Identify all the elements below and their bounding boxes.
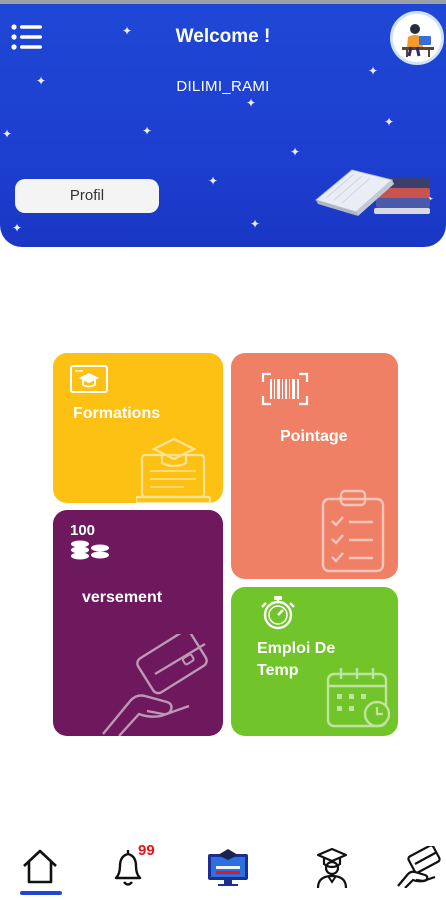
student-desk-icon bbox=[393, 14, 441, 62]
tile-label: Formations bbox=[73, 405, 161, 422]
nav-home[interactable] bbox=[12, 844, 72, 895]
star-decoration: ✦ bbox=[290, 145, 301, 159]
stopwatch-icon bbox=[261, 596, 295, 630]
barcode-scan-icon bbox=[261, 372, 309, 406]
nav-payments[interactable] bbox=[388, 844, 446, 894]
tile-emploi-de-temp[interactable]: Emploi De Temp bbox=[231, 587, 398, 736]
tile-versement[interactable]: 100 versement bbox=[53, 510, 223, 736]
monitor-graduation-icon bbox=[208, 849, 248, 886]
home-icon bbox=[23, 849, 57, 884]
graduate-user-icon bbox=[316, 847, 348, 889]
page-title: Welcome ! bbox=[175, 26, 271, 47]
tile-label: versement bbox=[82, 589, 163, 606]
star-decoration: ✦ bbox=[250, 217, 261, 231]
star-decoration: ✦ bbox=[2, 127, 13, 141]
coins-stack-icon bbox=[71, 540, 109, 560]
tile-label-line2: Temp bbox=[257, 662, 299, 679]
tile-label: Pointage bbox=[280, 428, 348, 445]
star-decoration: ✦ bbox=[368, 64, 379, 78]
username-label: DILIMI_RAMI bbox=[176, 78, 270, 95]
star-decoration: ✦ bbox=[12, 221, 23, 235]
clipboard-checklist-icon bbox=[321, 489, 385, 573]
star-decoration: ✦ bbox=[246, 96, 257, 110]
tile-label-line1: Emploi De bbox=[257, 640, 336, 657]
status-strip bbox=[0, 0, 446, 4]
hand-card-nav-icon bbox=[397, 846, 441, 888]
books-illustration bbox=[312, 160, 432, 220]
profile-button[interactable]: Profil bbox=[15, 179, 159, 213]
hand-card-icon bbox=[102, 634, 208, 736]
tile-formations[interactable]: Formations bbox=[53, 353, 223, 503]
header-banner: ✦ ✦ ✦ ✦ ✦ ✦ ✦ ✦ ✦ ✦ ✦ ✦ Welcome ! DILIMI… bbox=[0, 0, 446, 247]
active-tab-indicator bbox=[20, 891, 62, 895]
bottom-navigation: 99 bbox=[0, 840, 446, 900]
notification-badge: 99 bbox=[138, 842, 155, 859]
star-decoration: ✦ bbox=[208, 174, 219, 188]
calendar-clock-icon bbox=[326, 668, 391, 728]
coin-value-label: 100 bbox=[70, 522, 96, 539]
star-decoration: ✦ bbox=[142, 124, 153, 138]
graduation-laptop-icon bbox=[136, 437, 212, 503]
nav-student[interactable] bbox=[304, 844, 364, 894]
star-decoration: ✦ bbox=[384, 115, 395, 129]
avatar[interactable] bbox=[390, 11, 444, 65]
tile-pointage[interactable]: Pointage bbox=[231, 353, 398, 579]
certificate-icon bbox=[70, 365, 108, 393]
nav-courses[interactable] bbox=[196, 844, 256, 894]
